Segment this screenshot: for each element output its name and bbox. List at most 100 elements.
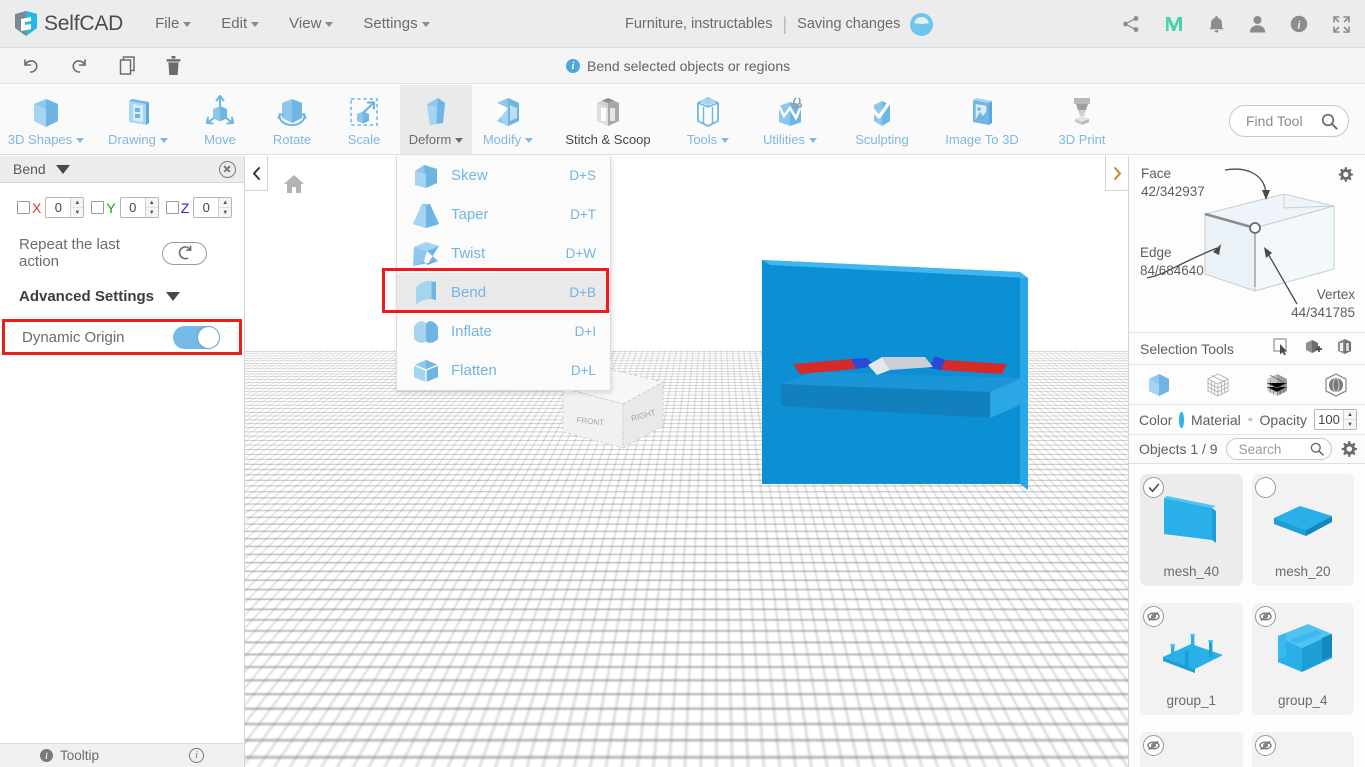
project-name[interactable]: Furniture, instructables: [625, 16, 772, 32]
axis-z-stepper[interactable]: ▲▼: [193, 197, 233, 218]
visibility-hidden-badge[interactable]: [1254, 606, 1276, 627]
dynamic-origin-toggle[interactable]: [173, 325, 220, 349]
tool-tools[interactable]: Tools: [672, 85, 744, 154]
copy-icon[interactable]: [118, 55, 137, 76]
chevron-down-icon: [159, 138, 168, 144]
tool-3d-shapes[interactable]: 3D Shapes: [0, 85, 92, 154]
undo-icon[interactable]: [20, 55, 41, 76]
object-card-mesh-20[interactable]: mesh_20: [1251, 474, 1354, 586]
selected-check-badge[interactable]: [1143, 477, 1164, 498]
object-card-mesh-40[interactable]: mesh_40: [1140, 474, 1243, 586]
info-icon[interactable]: i: [1290, 15, 1308, 33]
chevron-down-icon[interactable]: [166, 292, 181, 301]
advanced-settings-row[interactable]: Advanced Settings: [0, 270, 244, 305]
axis-input-row: X ▲▼ Y ▲▼ Z: [0, 183, 244, 218]
deform-item-bend[interactable]: Bend D+B: [397, 273, 610, 312]
collapse-left-panel-button[interactable]: [245, 156, 268, 191]
repeat-action-button[interactable]: [162, 241, 207, 265]
rect-select-icon[interactable]: [1273, 337, 1290, 360]
deform-item-twist[interactable]: Twist D+W: [397, 234, 610, 273]
deform-item-taper[interactable]: Taper D+T: [397, 195, 610, 234]
deform-item-skew[interactable]: Skew D+S: [397, 156, 610, 195]
axis-x-input[interactable]: [46, 198, 71, 217]
find-tool-search[interactable]: Find Tool: [1229, 105, 1349, 137]
menu-view[interactable]: View: [289, 15, 334, 32]
add-selection-icon[interactable]: [1304, 338, 1322, 360]
fullscreen-icon[interactable]: [1332, 15, 1351, 34]
tool-drawing[interactable]: Drawing: [92, 85, 184, 154]
object-card-5[interactable]: [1140, 732, 1243, 767]
collapse-triangle-icon[interactable]: [55, 164, 70, 174]
axis-z-input[interactable]: [194, 198, 219, 217]
object-mode-icon[interactable]: [1146, 372, 1172, 398]
delete-icon[interactable]: [165, 55, 182, 76]
menu-settings[interactable]: Settings: [363, 15, 430, 32]
unselected-circle-badge[interactable]: [1254, 477, 1276, 498]
tool-sculpting[interactable]: Sculpting: [836, 85, 928, 154]
axis-x-checkbox[interactable]: [17, 201, 30, 214]
tool-image-to-3d[interactable]: Image To 3D: [928, 85, 1036, 154]
axis-z-checkbox[interactable]: [165, 201, 179, 214]
deform-item-shortcut: D+I: [574, 324, 596, 339]
collapse-right-panel-button[interactable]: [1105, 156, 1128, 191]
spin-up-icon[interactable]: ▲: [1344, 410, 1356, 420]
spin-up-icon[interactable]: ▲: [145, 198, 158, 208]
spin-down-icon[interactable]: ▼: [71, 208, 83, 217]
axis-y-checkbox[interactable]: [91, 201, 105, 214]
visibility-hidden-badge[interactable]: [1254, 735, 1276, 756]
drawing-icon: [118, 91, 158, 133]
tooltip-toggle[interactable]: i Tooltip: [39, 748, 99, 763]
opacity-stepper[interactable]: ▲▼: [1314, 409, 1357, 430]
spin-up-icon[interactable]: ▲: [219, 198, 232, 208]
tool-scale[interactable]: Scale: [328, 85, 400, 154]
redo-icon[interactable]: [69, 55, 90, 76]
help-info-icon[interactable]: i: [189, 748, 205, 763]
tool-move[interactable]: Move: [184, 85, 256, 154]
axis-x-stepper[interactable]: ▲▼: [45, 197, 85, 218]
medium-logo-icon[interactable]: [1164, 14, 1184, 34]
axis-z-spin-buttons[interactable]: ▲ ▼: [218, 198, 232, 217]
menu-edit[interactable]: Edit: [221, 15, 260, 32]
material-sphere-icon[interactable]: [1248, 411, 1253, 428]
axis-x-spin-buttons[interactable]: ▲ ▼: [70, 198, 84, 217]
axis-y-stepper[interactable]: ▲▼: [119, 197, 159, 218]
tool-stitch-scoop[interactable]: Stitch & Scoop: [544, 85, 672, 154]
object-card-group-1[interactable]: group_1: [1140, 603, 1243, 715]
opacity-spin-buttons[interactable]: ▲ ▼: [1343, 410, 1356, 429]
spin-down-icon[interactable]: ▼: [146, 208, 158, 217]
home-view-button[interactable]: [283, 174, 305, 199]
deform-item-inflate[interactable]: Inflate D+I: [397, 312, 610, 351]
user-account-icon[interactable]: [1249, 15, 1266, 33]
spin-down-icon[interactable]: ▼: [219, 208, 231, 217]
objects-settings-gear-icon[interactable]: [1340, 440, 1357, 458]
region-mode-icon[interactable]: [1323, 372, 1349, 398]
notifications-bell-icon[interactable]: [1208, 15, 1225, 34]
spin-down-icon[interactable]: ▼: [1344, 420, 1356, 429]
object-card-6[interactable]: [1251, 732, 1354, 767]
share-icon[interactable]: [1122, 15, 1140, 33]
objects-search-input[interactable]: Search: [1225, 438, 1332, 460]
close-panel-button[interactable]: [219, 160, 236, 178]
scene-model[interactable]: [245, 156, 1128, 767]
object-card-group-4[interactable]: group_4: [1251, 603, 1354, 715]
3d-viewport[interactable]: FRONT RIGHT Y X Z: [245, 156, 1128, 767]
app-logo[interactable]: SelfCAD: [13, 10, 123, 38]
tool-rotate[interactable]: Rotate: [256, 85, 328, 154]
vertex-mode-icon[interactable]: [1205, 372, 1231, 398]
axis-y-spin-buttons[interactable]: ▲ ▼: [144, 198, 158, 217]
opacity-input[interactable]: [1315, 410, 1343, 429]
tool-deform[interactable]: Deform: [400, 85, 472, 154]
spin-up-icon[interactable]: ▲: [71, 198, 84, 208]
axis-y-input[interactable]: [120, 198, 145, 217]
menu-file[interactable]: File: [155, 15, 192, 32]
tool-modify[interactable]: Modify: [472, 85, 544, 154]
box-selection-icon[interactable]: [1336, 338, 1353, 360]
tool-3d-print[interactable]: 3D Print: [1036, 85, 1128, 154]
deform-item-flatten[interactable]: Flatten D+L: [397, 351, 610, 390]
tool-utilities[interactable]: Utilities: [744, 85, 836, 154]
color-swatch[interactable]: [1179, 411, 1184, 428]
visibility-hidden-badge[interactable]: [1143, 606, 1164, 627]
visibility-hidden-badge[interactable]: [1143, 735, 1164, 756]
refresh-icon: [178, 245, 192, 260]
face-mode-icon[interactable]: [1264, 372, 1290, 398]
